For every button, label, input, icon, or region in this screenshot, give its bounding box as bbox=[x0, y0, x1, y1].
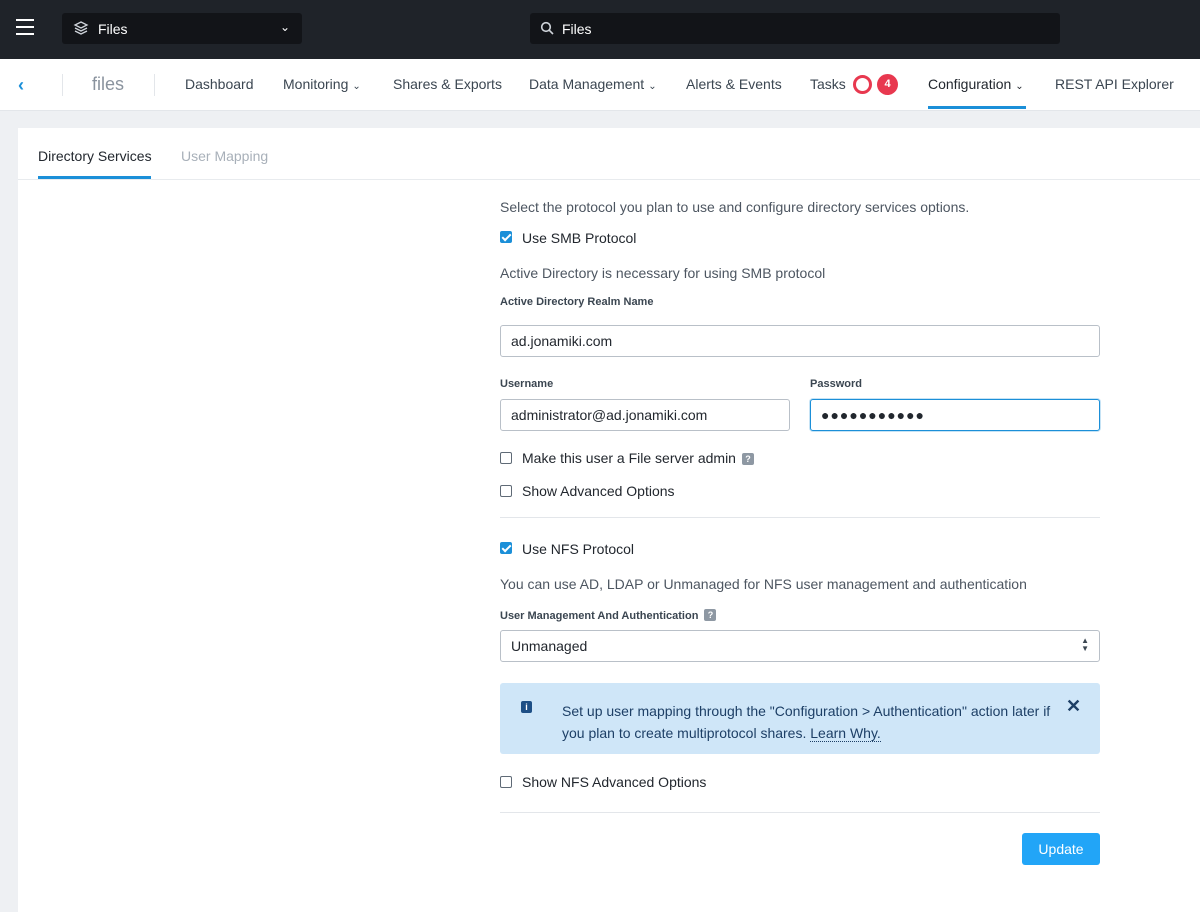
close-icon[interactable]: ✕ bbox=[1066, 696, 1081, 717]
cube-icon bbox=[73, 21, 89, 35]
nav-item-tasks[interactable]: Tasks bbox=[810, 76, 846, 92]
username-input[interactable] bbox=[500, 399, 790, 431]
nav-item-configuration[interactable]: Configuration ⌄ bbox=[928, 76, 1024, 92]
section-divider bbox=[500, 517, 1100, 518]
select-caret-icon: ▲ ▼ bbox=[1081, 636, 1089, 653]
advanced-options-label[interactable]: Show Advanced Options bbox=[522, 483, 675, 499]
password-label: Password bbox=[810, 378, 862, 390]
chevron-left-icon[interactable]: ‹ bbox=[18, 75, 24, 96]
nav-app-name: files bbox=[92, 74, 125, 94]
top-bar: Files ⌄ bbox=[0, 0, 1200, 59]
realm-label: Active Directory Realm Name bbox=[500, 296, 654, 308]
info-icon: i bbox=[521, 701, 532, 713]
global-search[interactable] bbox=[530, 13, 1060, 44]
file-server-admin-label: Make this user a File server admin bbox=[522, 450, 736, 466]
auth-select[interactable]: Unmanaged ▲ ▼ bbox=[500, 630, 1100, 662]
chevron-down-icon: ⌄ bbox=[352, 81, 361, 92]
file-server-admin-checkbox[interactable] bbox=[500, 452, 512, 464]
nfs-note: You can use AD, LDAP or Unmanaged for NF… bbox=[500, 576, 1027, 592]
app-selector-label: Files bbox=[98, 21, 128, 37]
nav-divider bbox=[62, 74, 63, 96]
nav-item-dashboard[interactable]: Dashboard bbox=[185, 76, 254, 92]
active-nav-indicator bbox=[928, 106, 1026, 109]
nav-item-data-management[interactable]: Data Management ⌄ bbox=[529, 76, 657, 92]
realm-input[interactable] bbox=[500, 325, 1100, 357]
hamburger-icon[interactable] bbox=[16, 19, 34, 35]
info-message: Set up user mapping through the "Configu… bbox=[562, 703, 1051, 741]
smb-checkbox-label[interactable]: Use SMB Protocol bbox=[522, 230, 636, 246]
nav-item-shares[interactable]: Shares & Exports bbox=[393, 76, 502, 92]
nav-item-alerts[interactable]: Alerts & Events bbox=[686, 76, 782, 92]
nav-item-monitoring[interactable]: Monitoring ⌄ bbox=[283, 76, 361, 92]
intro-text: Select the protocol you plan to use and … bbox=[500, 199, 970, 215]
file-server-admin-row[interactable]: Make this user a File server admin? bbox=[522, 450, 754, 466]
main-nav: ‹ files Dashboard Monitoring ⌄ Shares & E… bbox=[0, 59, 1200, 111]
username-label: Username bbox=[500, 378, 554, 390]
global-search-input[interactable] bbox=[562, 19, 1042, 39]
tab-user-mapping[interactable]: User Mapping bbox=[181, 148, 268, 164]
nav-item-label: Data Management bbox=[529, 76, 645, 92]
directory-services-card: Directory Services User Mapping Select t… bbox=[18, 128, 1200, 912]
auth-select-value: Unmanaged bbox=[511, 638, 588, 654]
password-input[interactable]: ●●●●●●●●●●● bbox=[810, 399, 1100, 431]
chevron-down-icon: ⌄ bbox=[279, 20, 290, 34]
update-button[interactable]: Update bbox=[1022, 833, 1100, 865]
chevron-down-icon: ⌄ bbox=[648, 81, 657, 92]
help-icon[interactable]: ? bbox=[741, 453, 754, 465]
info-banner: i Set up user mapping through the "Confi… bbox=[500, 683, 1100, 754]
active-tab-indicator bbox=[38, 176, 151, 179]
nav-item-rest-api[interactable]: REST API Explorer bbox=[1055, 76, 1174, 92]
nav-divider bbox=[154, 74, 155, 96]
nav-item-label: Monitoring bbox=[283, 76, 349, 92]
tab-directory-services[interactable]: Directory Services bbox=[38, 148, 152, 164]
app-selector[interactable]: Files ⌄ bbox=[62, 13, 302, 44]
tasks-count-badge[interactable]: 4 bbox=[877, 74, 898, 95]
task-progress-icon bbox=[853, 75, 872, 94]
info-banner-text: Set up user mapping through the "Configu… bbox=[562, 700, 1062, 744]
nfs-advanced-label[interactable]: Show NFS Advanced Options bbox=[522, 774, 706, 790]
section-divider bbox=[500, 812, 1100, 813]
chevron-down-icon: ⌄ bbox=[1015, 81, 1024, 92]
smb-note: Active Directory is necessary for using … bbox=[500, 265, 826, 281]
search-icon bbox=[540, 21, 554, 35]
auth-label-row: User Management And Authentication? bbox=[500, 609, 717, 622]
nfs-checkbox-label[interactable]: Use NFS Protocol bbox=[522, 541, 634, 557]
nfs-checkbox[interactable] bbox=[500, 542, 512, 554]
advanced-options-checkbox[interactable] bbox=[500, 485, 512, 497]
subtabs: Directory Services User Mapping bbox=[18, 128, 1200, 180]
nav-item-label: Configuration bbox=[928, 76, 1012, 92]
nfs-advanced-checkbox[interactable] bbox=[500, 776, 512, 788]
learn-why-link[interactable]: Learn Why. bbox=[810, 725, 881, 742]
auth-label: User Management And Authentication bbox=[500, 610, 699, 622]
smb-checkbox[interactable] bbox=[500, 231, 512, 243]
help-icon[interactable]: ? bbox=[704, 609, 717, 621]
